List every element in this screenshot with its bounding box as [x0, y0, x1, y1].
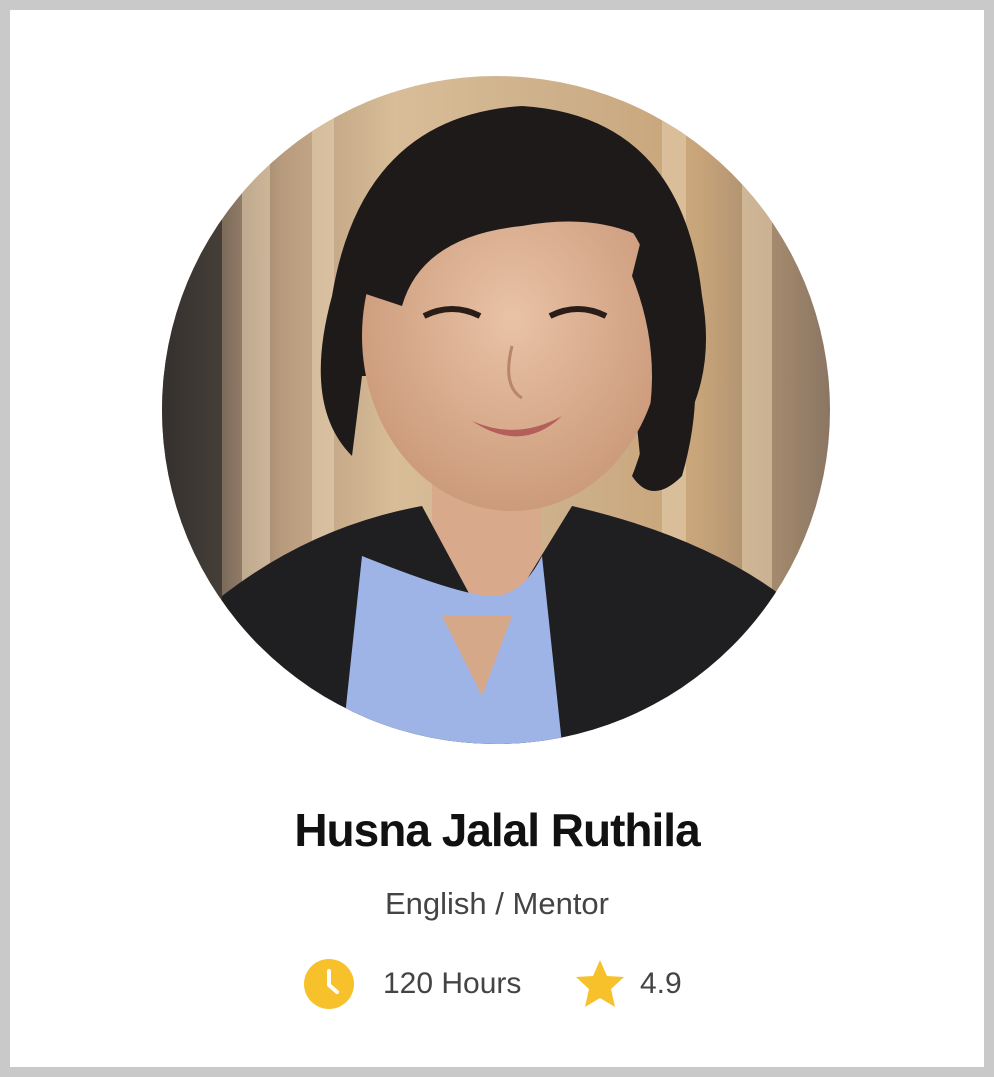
mentor-role: English / Mentor — [385, 886, 609, 921]
avatar-photo — [162, 76, 830, 744]
hours-value: 120 Hours — [383, 967, 522, 1000]
hours-stat: 120 Hours — [303, 956, 521, 1012]
clock-icon — [303, 958, 355, 1010]
mentor-card[interactable]: Husna Jalal Ruthila English / Mentor 120… — [10, 10, 984, 1067]
mentor-name: Husna Jalal Ruthila — [294, 804, 700, 856]
avatar — [162, 76, 830, 744]
rating-value: 4.9 — [640, 967, 682, 1000]
star-icon — [574, 958, 626, 1010]
rating-stat: 4.9 — [574, 956, 682, 1012]
